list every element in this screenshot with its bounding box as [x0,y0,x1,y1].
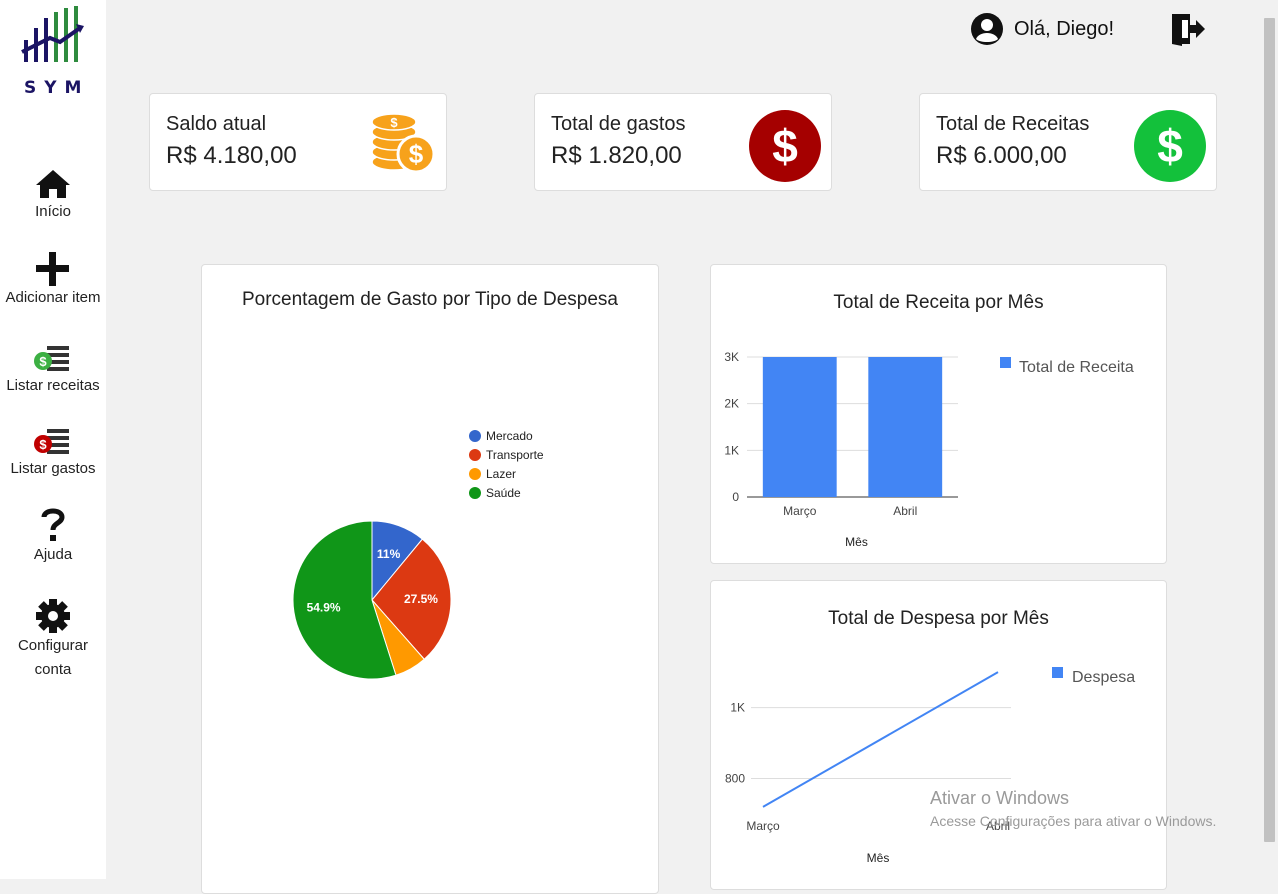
panel-line-chart: Total de Despesa por Mês 800 1K Março Abril… [710,580,1167,890]
home-icon [36,170,70,198]
x-tick-label: Março [783,504,817,518]
legend-label: Mercado [486,429,533,443]
svg-text:$: $ [39,354,47,369]
svg-text:$: $ [39,437,47,452]
sidebar-item-listar-receitas[interactable]: $ Listar receitas [0,344,106,398]
logout-icon[interactable] [1170,12,1206,46]
sidebar-item-label: Início [35,203,71,220]
y-tick-label: 3K [724,350,739,364]
sidebar-item-label: Ajuda [33,546,73,563]
legend-label: Transporte [486,448,544,462]
legend-label: Total de Receita [1019,359,1134,376]
logo-bars-icon [21,6,84,62]
windows-activation-text: Acesse Configurações para ativar o Windo… [930,813,1217,829]
pie-slice-label: 54.9% [307,601,341,615]
line-series-despesa[interactable] [762,671,999,808]
plus-icon [36,252,69,286]
panel-bar-chart: Total de Receita por Mês 0 1K 2K 3K Março Abr… [710,264,1167,564]
pie-slice-label: 27.5% [404,592,438,606]
y-tick-label: 1K [730,701,745,715]
sym-logo[interactable]: SYM [20,6,86,98]
card-title: Total de gastos [551,113,686,135]
legend-swatch [469,487,481,499]
user-avatar-icon [971,13,1003,45]
bar-chart: 0 1K 2K 3K Março Abril Mês Total de Receita [724,350,1134,549]
legend-label: Saúde [486,486,521,500]
expense-list-icon: $ [34,429,69,454]
bar-abril[interactable] [868,357,943,497]
card-total-gastos: Total de gastos R$ 1.820,00 $ [534,93,832,191]
svg-text:$: $ [409,139,424,169]
x-tick-label: Abril [893,504,917,518]
help-icon [41,508,65,541]
legend-label: Lazer [486,467,516,481]
svg-text:$: $ [390,115,398,130]
card-title: Total de Receitas [936,113,1090,135]
bar-março[interactable] [762,357,837,497]
page-scrollbar[interactable] [1261,0,1278,879]
x-axis-label: Mês [845,535,868,549]
coins-icon: $ $ [371,113,436,174]
svg-text:$: $ [1157,120,1183,172]
legend-swatch [469,468,481,480]
legend-swatch [469,449,481,461]
sidebar-item-label-line2: conta [34,661,72,678]
gear-icon [36,599,70,633]
line-chart: 8001KMarço AbrilMêsDespesa [725,667,1135,865]
svg-text:$: $ [772,120,798,172]
card-value: R$ 4.180,00 [166,142,297,169]
sidebar-item-listar-gastos[interactable]: $ Listar gastos [0,427,106,481]
card-saldo-atual: Saldo atual R$ 4.180,00 $ $ [149,93,447,191]
card-value: R$ 6.000,00 [936,142,1067,169]
card-total-receitas: Total de Receitas R$ 6.000,00 $ [919,93,1217,191]
legend-swatch [1000,357,1011,368]
sidebar-item-inicio[interactable]: Início [0,168,106,224]
x-axis-label: Mês [867,851,890,865]
y-tick-label: 2K [724,397,739,411]
dollar-red-icon: $ [749,110,821,182]
panel-pie-chart: Porcentagem de Gasto por Tipo de Despesa… [201,264,659,894]
scrollbar-thumb[interactable] [1264,18,1275,842]
pie-chart: 11% 27.5% 54.9% Mercado Transporte Lazer Saúde [292,429,544,680]
user-greeting[interactable]: Olá, Diego! [970,12,1114,46]
sidebar-item-label: Listar receitas [6,377,100,394]
pie-slice-label: 11% [377,547,401,561]
y-tick-label: 1K [724,443,739,457]
sidebar-item-label-line1: Configurar [17,637,89,654]
y-tick-label: 0 [732,490,739,504]
legend-swatch [469,430,481,442]
sidebar-item-label: Listar gastos [10,460,96,477]
sidebar-item-configurar-conta[interactable]: Configurar conta [0,598,106,682]
dollar-green-icon: $ [1134,110,1206,182]
legend-swatch [1052,667,1063,678]
y-tick-label: 800 [725,772,745,786]
card-title: Saldo atual [166,113,267,135]
sidebar-item-ajuda[interactable]: Ajuda [0,505,106,567]
sidebar: SYM Início Adicionar item $ Listar recei… [0,0,106,879]
card-value: R$ 1.820,00 [551,142,682,169]
income-list-icon: $ [34,346,69,371]
x-tick-label: Março [746,819,780,833]
sidebar-item-adicionar[interactable]: Adicionar item [0,252,106,310]
legend-label: Despesa [1072,669,1135,686]
logo-text: SYM [24,78,90,98]
windows-activation-title: Ativar o Windows [930,788,1070,808]
sidebar-item-label: Adicionar item [5,289,101,306]
greeting-text: Olá, Diego! [1014,17,1115,40]
